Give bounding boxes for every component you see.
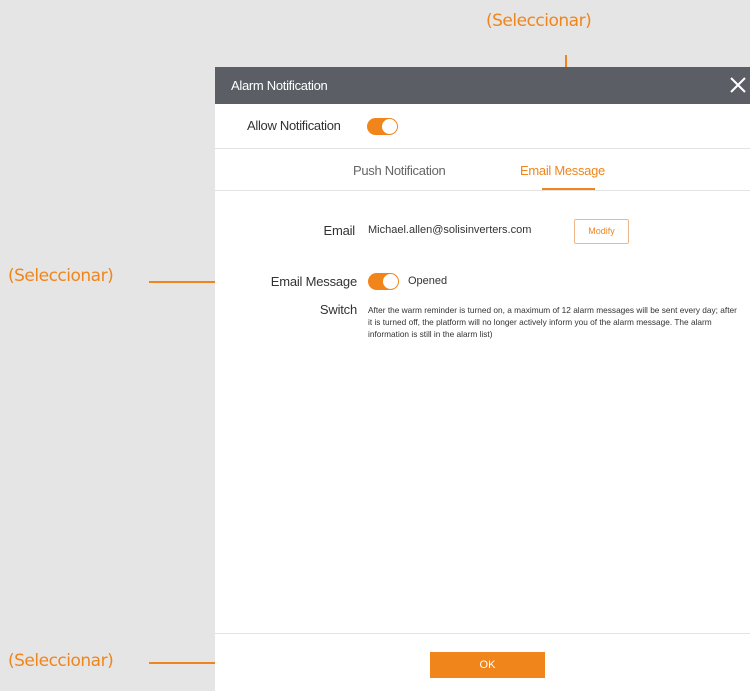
email-message-switch-toggle[interactable] [368, 273, 399, 290]
email-message-switch-label-line1: Email Message [270, 274, 357, 289]
allow-notification-label: Allow Notification [247, 118, 341, 133]
dialog-title: Alarm Notification [231, 78, 328, 93]
dialog-header: Alarm Notification [215, 67, 750, 104]
annotation-left-label-2: (Seleccionar) [8, 651, 114, 671]
email-value: Michael.allen@solisinverters.com [368, 224, 532, 236]
annotation-top-label: (Seleccionar) [486, 11, 592, 31]
switch-description: After the warm reminder is turned on, a … [368, 305, 737, 339]
annotation-left-arrow-2 [149, 657, 233, 669]
toggle-knob [383, 274, 398, 289]
close-icon[interactable] [726, 73, 750, 97]
email-label: Email [323, 223, 355, 238]
allow-notification-row: Allow Notification [215, 104, 750, 144]
header-divider [215, 148, 750, 149]
alarm-notification-dialog: Alarm Notification Allow Notification Pu… [215, 67, 750, 691]
allow-notification-toggle[interactable] [367, 118, 398, 135]
annotation-left-arrow-1 [149, 276, 228, 288]
annotation-left-label-1: (Seleccionar) [8, 266, 114, 286]
email-message-switch-label-line2: Switch [319, 302, 357, 317]
ok-button[interactable]: OK [430, 652, 545, 678]
switch-status-text: Opened [408, 275, 448, 287]
tabs-divider [215, 190, 750, 191]
tab-email-message[interactable]: Email Message [520, 163, 605, 178]
footer-divider [215, 633, 750, 634]
modify-button[interactable]: Modify [574, 219, 629, 244]
tab-push-notification[interactable]: Push Notification [353, 163, 446, 178]
toggle-knob [382, 119, 397, 134]
